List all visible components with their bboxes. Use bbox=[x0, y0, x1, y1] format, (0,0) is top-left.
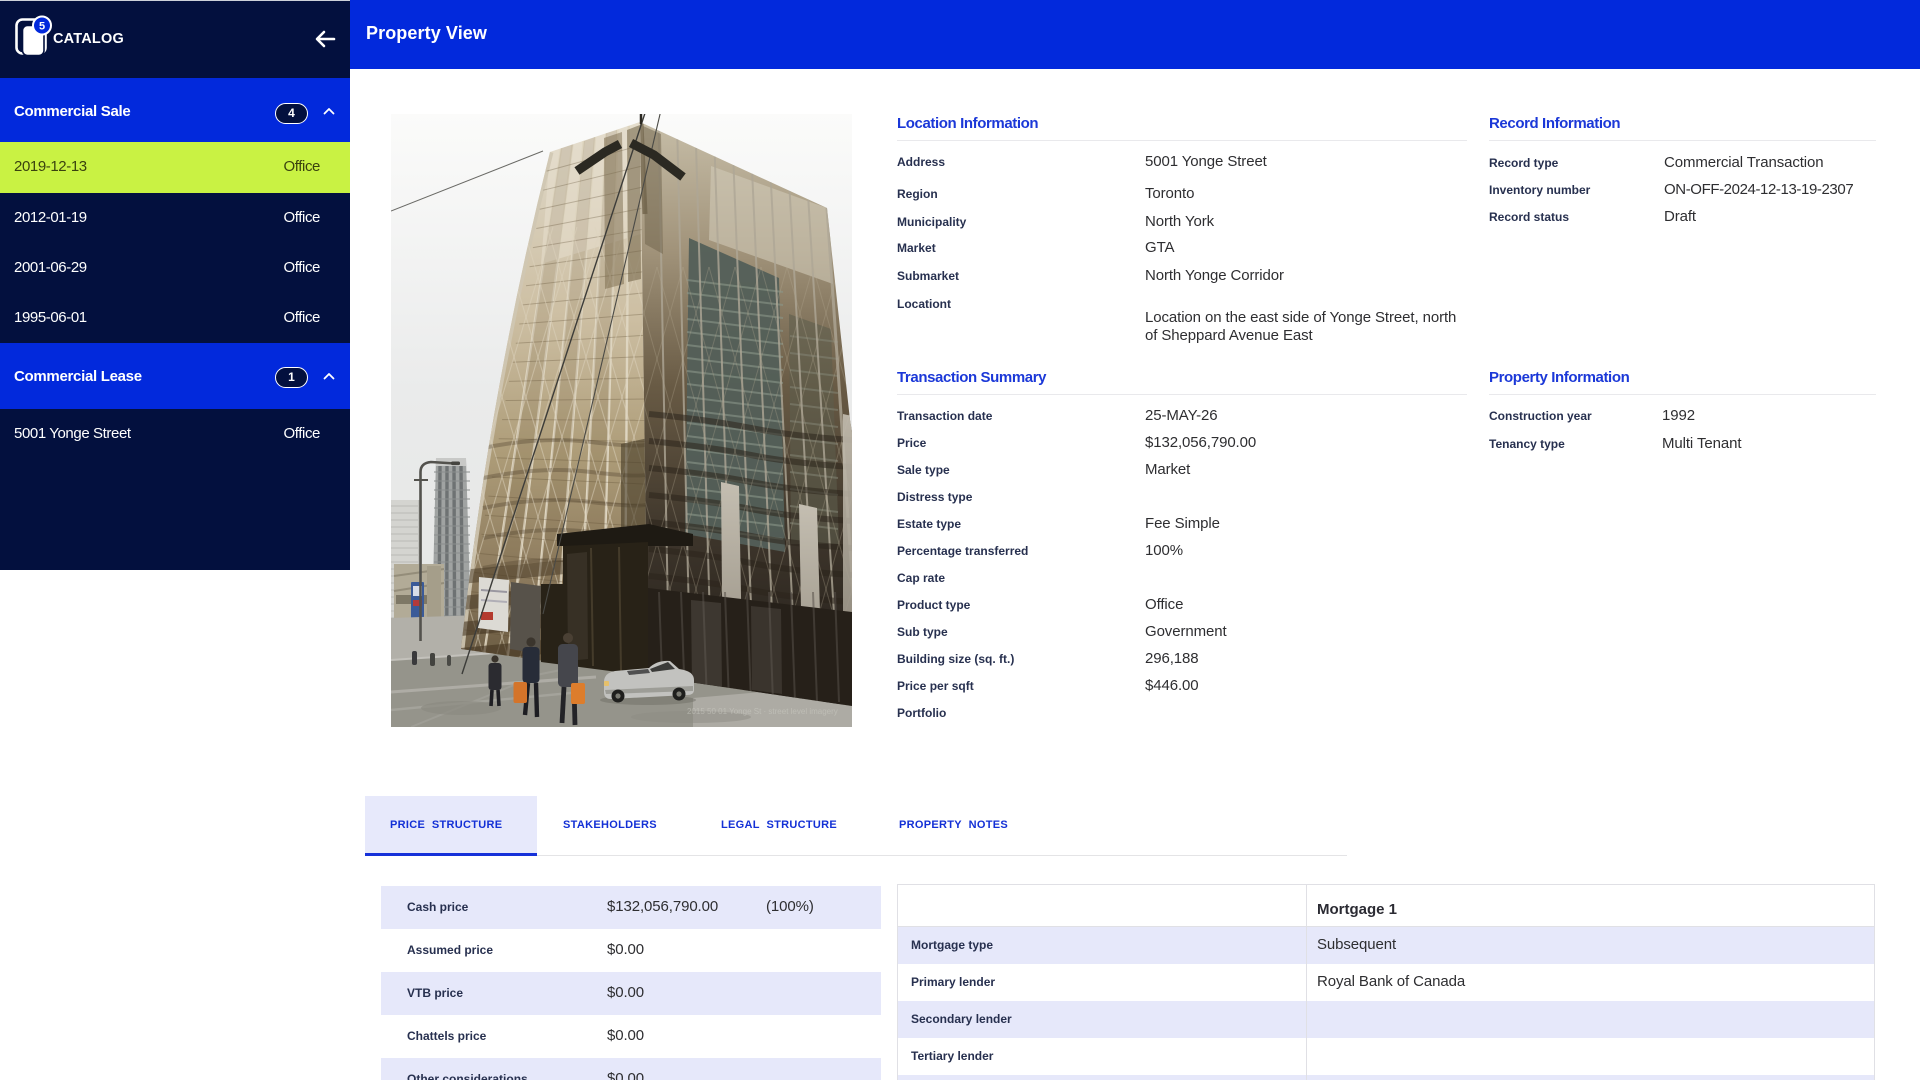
svg-text:5: 5 bbox=[39, 21, 45, 33]
svg-text:2015 50 01 Yonge St · street l: 2015 50 01 Yonge St · street level image… bbox=[687, 707, 838, 716]
